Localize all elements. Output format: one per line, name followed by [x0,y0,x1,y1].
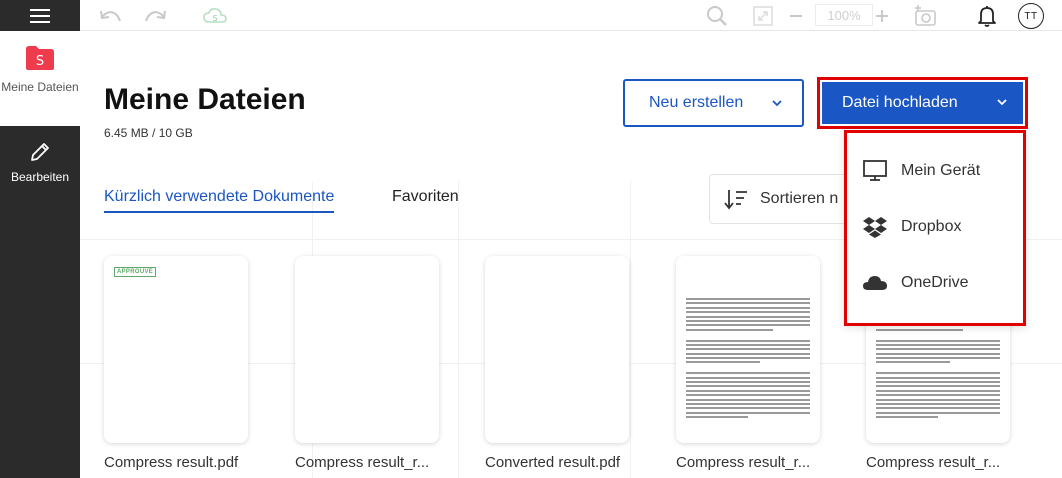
upload-file-label: Datei hochladen [842,94,958,111]
file-name[interactable]: Compress result_r... [295,454,445,471]
zoom-out-button[interactable] [785,4,807,28]
notifications-button[interactable] [974,4,1000,28]
menu-item-dropbox[interactable]: Dropbox [863,215,961,239]
file-card[interactable] [295,256,439,443]
tab-recent-documents[interactable]: Kürzlich verwendete Dokumente [104,188,335,213]
chevron-down-icon [772,100,782,107]
bell-icon [978,6,996,27]
add-image-icon [915,5,936,26]
redo-button[interactable] [142,4,168,28]
pencil-icon [31,143,49,161]
page-title: Meine Dateien [104,83,306,116]
upload-file-button[interactable]: Datei hochladen [822,82,1023,124]
user-avatar[interactable]: TT [1018,3,1044,29]
cloud-sync-button[interactable]: S [202,4,228,28]
svg-text:S: S [36,54,44,69]
sort-icon [724,190,747,210]
zoom-in-button[interactable] [870,4,894,28]
undo-icon [100,10,121,22]
menu-item-onedrive[interactable]: OneDrive [863,271,969,295]
zoom-in-icon [876,10,888,22]
storage-usage: 6.45 MB / 10 GB [104,126,193,140]
dropbox-icon [863,217,887,238]
upload-source-menu: Mein Gerät Dropbox OneDrive [844,130,1026,326]
file-name[interactable]: Compress result_r... [866,454,1016,471]
menu-item-label: Dropbox [901,218,962,235]
search-button[interactable] [704,4,730,28]
file-card[interactable] [676,256,820,443]
sidebar-item-edit[interactable]: Bearbeiten [0,140,80,184]
zoom-out-icon [790,15,802,17]
sidebar-item-label: Meine Dateien [1,80,79,94]
undo-button[interactable] [98,4,124,28]
approved-stamp: APPROUVÉ [114,267,157,277]
fit-screen-button[interactable] [750,4,776,28]
file-name[interactable]: Compress result.pdf [104,454,254,471]
zoom-level-display: 100% [815,4,873,26]
cloud-sync-icon: S [203,8,227,23]
tab-favorites[interactable]: Favoriten [392,188,459,206]
onedrive-icon [863,276,887,290]
create-new-button[interactable]: Neu erstellen [623,79,804,127]
redo-icon [145,10,166,22]
fit-screen-icon [753,6,773,26]
file-name[interactable]: Compress result_r... [676,454,826,471]
menu-item-label: Mein Gerät [901,162,981,179]
upload-highlight: Datei hochladen [817,77,1028,129]
grid-line [630,181,631,478]
menu-item-my-device[interactable]: Mein Gerät [863,159,980,183]
monitor-icon [863,160,887,181]
sidebar-item-my-files[interactable]: S Meine Dateien [0,31,80,126]
document-preview-text [686,298,810,421]
svg-text:S: S [212,14,217,23]
add-image-button[interactable] [912,4,938,28]
folder-s-icon: S [26,46,54,70]
top-toolbar: S 100% TT [80,0,1062,31]
menu-button[interactable] [0,0,80,31]
search-icon [707,6,727,26]
menu-item-label: OneDrive [901,274,969,291]
file-card[interactable]: APPROUVÉ [104,256,248,443]
file-name[interactable]: Converted result.pdf [485,454,635,471]
hamburger-icon [30,8,50,23]
create-new-label: Neu erstellen [649,94,744,111]
sort-label: Sortieren n [760,190,839,207]
file-card[interactable] [485,256,629,443]
left-sidebar: S Meine Dateien Bearbeiten [0,0,80,478]
grid-line [458,181,459,478]
sidebar-item-label: Bearbeiten [10,170,70,184]
chevron-down-icon [997,99,1007,106]
main-content: Meine Dateien 6.45 MB / 10 GB Neu erstel… [80,31,1062,478]
